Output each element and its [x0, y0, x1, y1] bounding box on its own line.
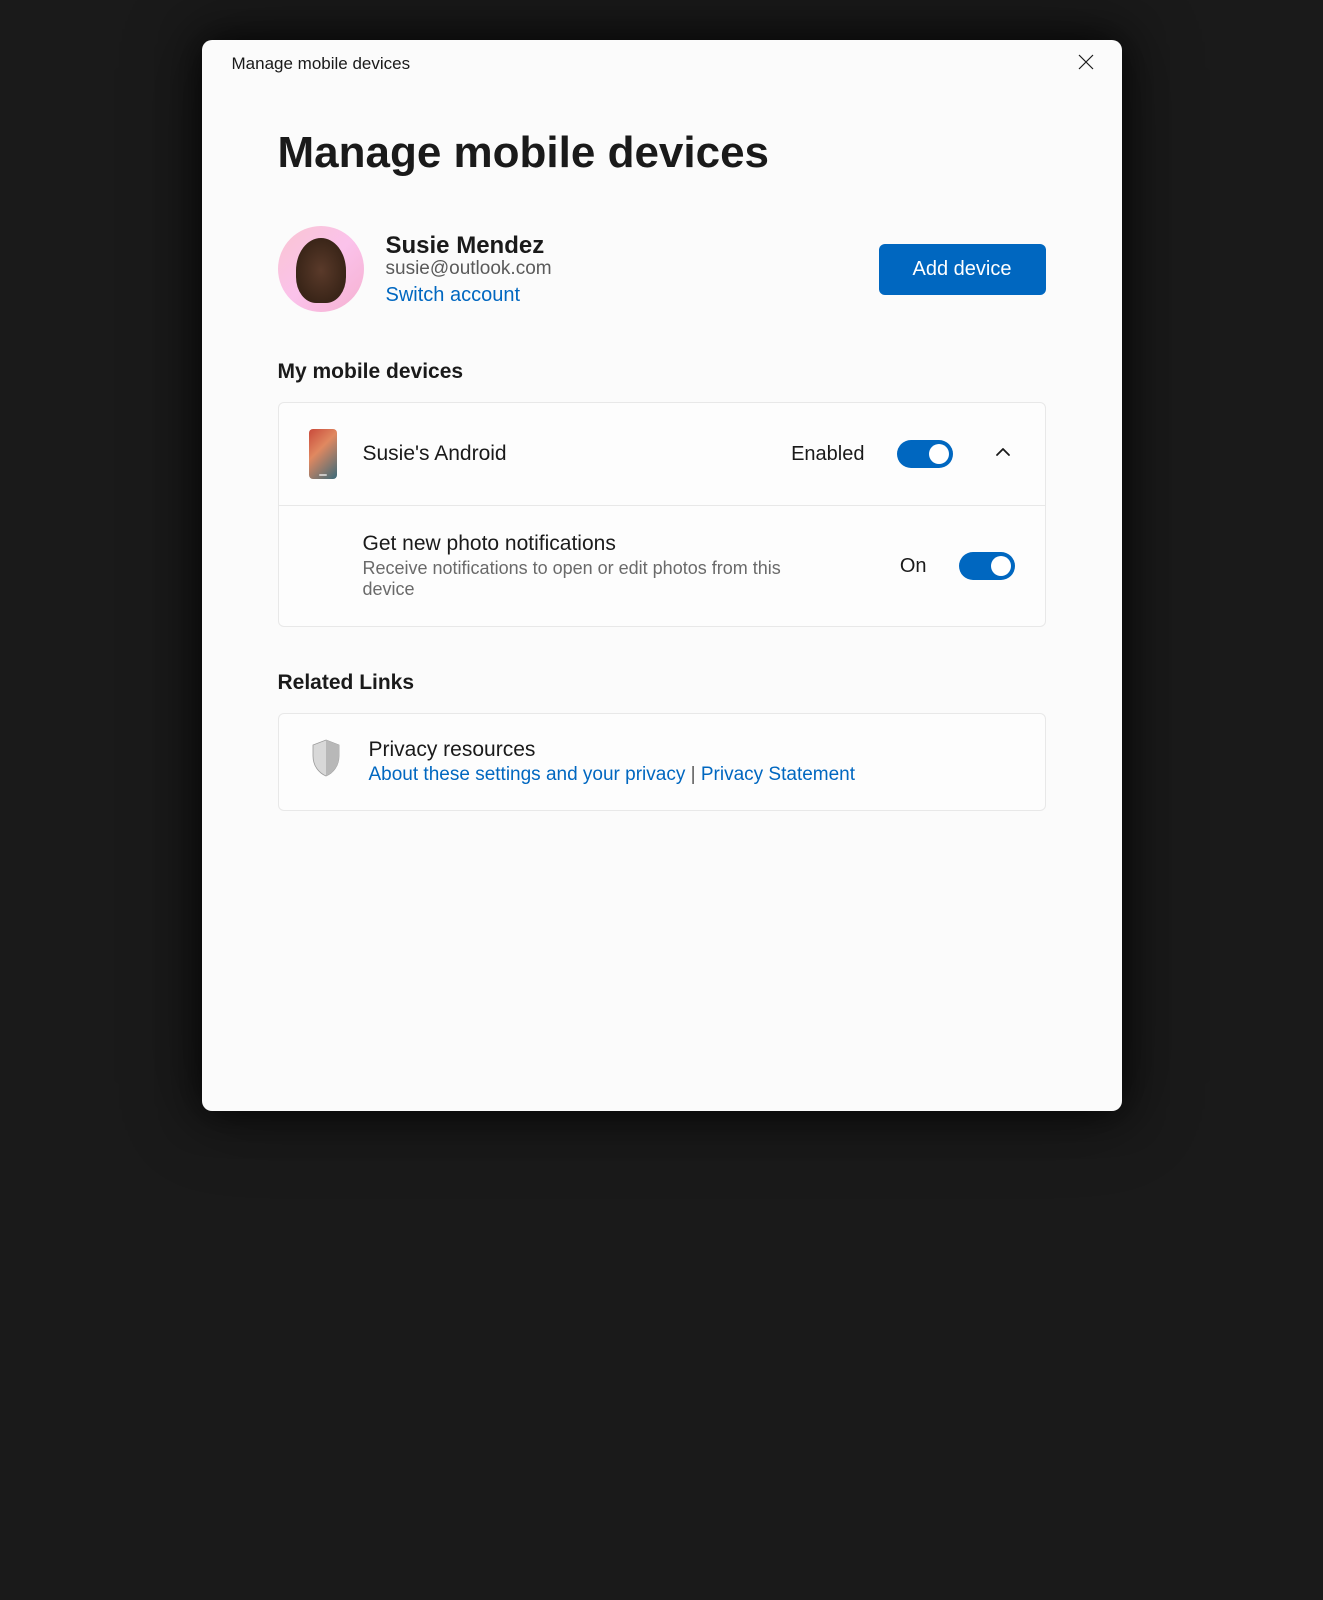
device-enable-toggle[interactable] [897, 440, 953, 468]
titlebar: Manage mobile devices [202, 40, 1122, 88]
device-header[interactable]: Susie's Android Enabled [279, 403, 1045, 506]
user-info: Susie Mendez susie@outlook.com Switch ac… [386, 232, 552, 307]
avatar [278, 226, 364, 312]
close-icon [1078, 54, 1094, 75]
privacy-card: Privacy resources About these settings a… [278, 713, 1046, 811]
user-name: Susie Mendez [386, 232, 552, 260]
photo-notifications-toggle[interactable] [959, 552, 1015, 580]
privacy-about-link[interactable]: About these settings and your privacy [369, 764, 686, 785]
privacy-statement-link[interactable]: Privacy Statement [701, 764, 855, 785]
privacy-title: Privacy resources [369, 738, 856, 762]
link-separator: | [685, 764, 701, 785]
setting-description: Receive notifications to open or edit ph… [363, 558, 803, 600]
switch-account-link[interactable]: Switch account [386, 284, 552, 307]
device-status-label: Enabled [791, 443, 864, 466]
add-device-button[interactable]: Add device [879, 244, 1046, 295]
device-name: Susie's Android [363, 442, 766, 466]
user-info-block: Susie Mendez susie@outlook.com Switch ac… [278, 226, 552, 312]
related-heading: Related Links [278, 671, 1046, 695]
setting-status-label: On [900, 555, 927, 578]
device-card: Susie's Android Enabled Get new photo no… [278, 402, 1046, 627]
shield-icon [309, 738, 343, 778]
content-area: Manage mobile devices Susie Mendez susie… [202, 88, 1122, 811]
close-button[interactable] [1074, 52, 1098, 76]
user-row: Susie Mendez susie@outlook.com Switch ac… [278, 226, 1046, 312]
page-title: Manage mobile devices [278, 128, 1046, 178]
setting-text: Get new photo notifications Receive noti… [363, 532, 874, 600]
privacy-links: About these settings and your privacy | … [369, 764, 856, 786]
chevron-up-icon [995, 444, 1011, 465]
device-setting-row: Get new photo notifications Receive noti… [279, 506, 1045, 626]
settings-window: Manage mobile devices Manage mobile devi… [202, 40, 1122, 1111]
devices-heading: My mobile devices [278, 360, 1046, 384]
privacy-text: Privacy resources About these settings a… [369, 738, 856, 786]
window-title: Manage mobile devices [232, 54, 411, 74]
user-email: susie@outlook.com [386, 258, 552, 280]
setting-title: Get new photo notifications [363, 532, 874, 556]
collapse-button[interactable] [991, 442, 1015, 466]
phone-icon [309, 429, 337, 479]
